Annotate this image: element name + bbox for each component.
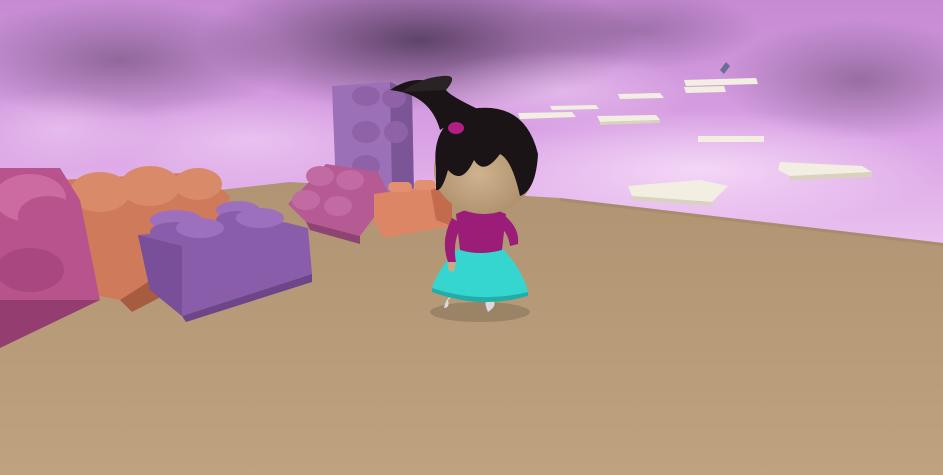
platform <box>684 86 726 93</box>
game-viewport[interactable] <box>0 0 943 475</box>
platform <box>618 93 664 99</box>
game-scene[interactable] <box>0 0 943 475</box>
shirt <box>456 208 506 253</box>
hair-tie <box>448 122 464 134</box>
platform <box>698 136 764 142</box>
